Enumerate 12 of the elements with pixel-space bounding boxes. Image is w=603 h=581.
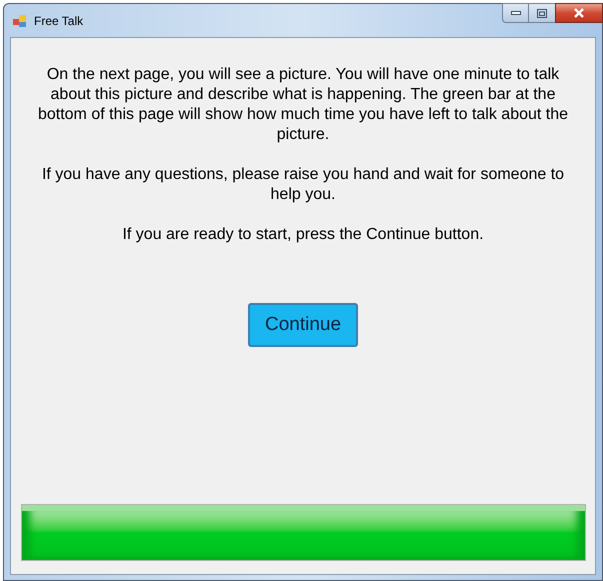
window-title: Free Talk <box>34 13 84 30</box>
instruction-text: If you have any questions, please raise you hand and wait for someone to help you. <box>40 165 566 205</box>
maximize-button[interactable] <box>529 3 555 23</box>
minimize-icon <box>510 11 520 15</box>
instruction-text: On the next page, you will see a picture. You will have one minute to talk about this picture and describe what is happening. The green bar at the bottom of this page will show how much time you have left to talk about the picture. <box>36 65 570 145</box>
close-icon <box>573 8 585 18</box>
continue-button[interactable]: Continue <box>248 303 358 347</box>
maximize-icon <box>537 8 547 18</box>
app-icon <box>12 13 28 29</box>
minimize-button[interactable] <box>502 3 529 23</box>
close-button[interactable] <box>555 3 603 23</box>
instruction-text: If you are ready to start, press the Continue button. <box>121 225 485 245</box>
